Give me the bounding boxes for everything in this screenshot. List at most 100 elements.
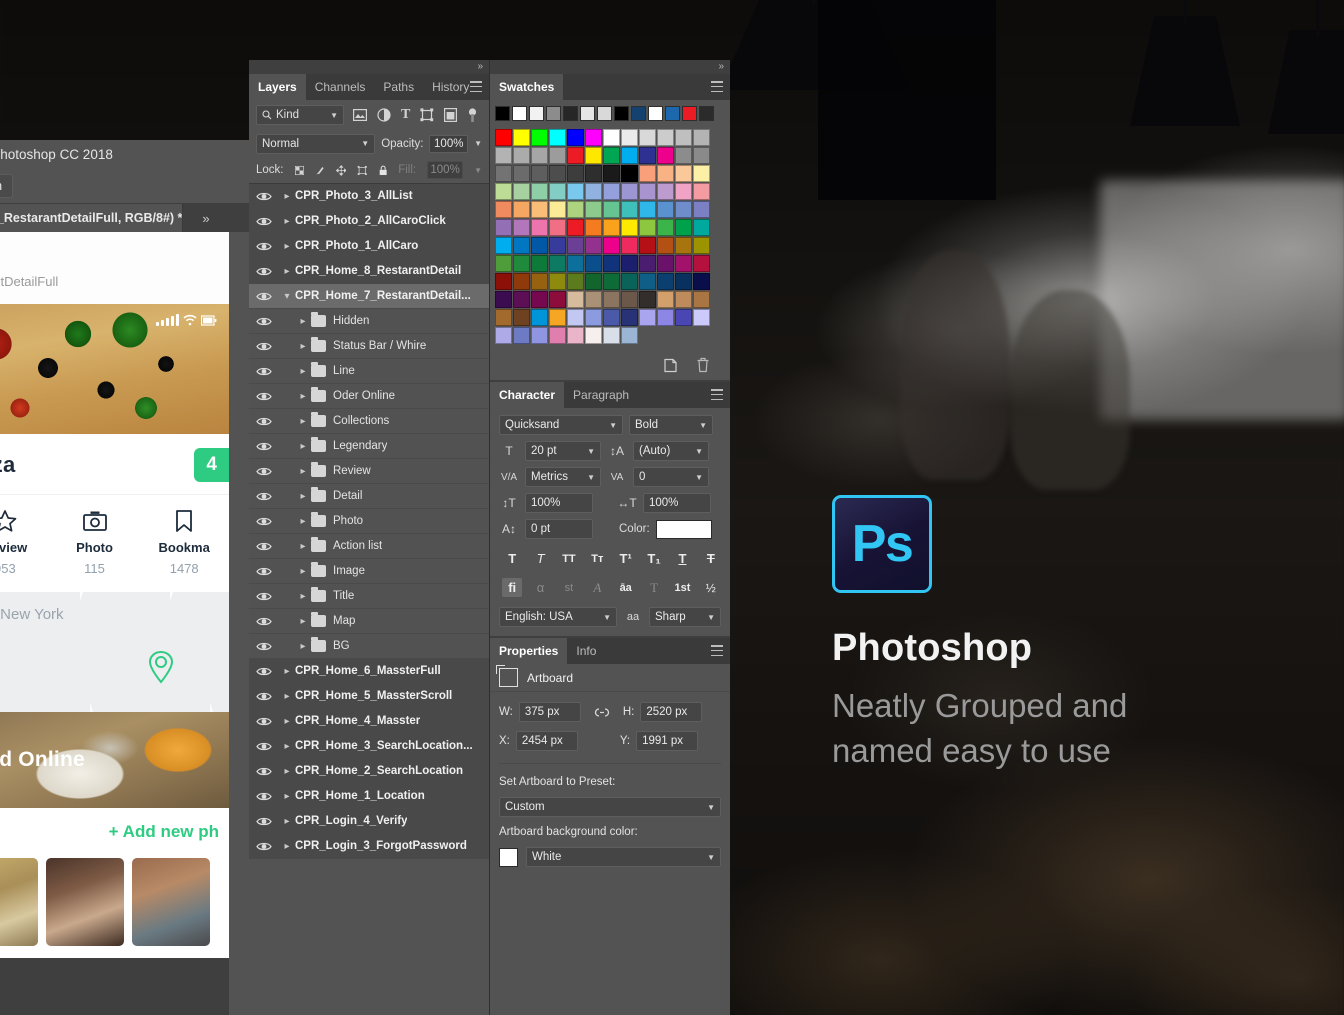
swatches-collapse-row[interactable]: » <box>490 60 730 74</box>
tab-properties[interactable]: Properties <box>490 638 568 664</box>
color-swatch[interactable] <box>513 165 530 182</box>
color-swatch[interactable] <box>639 291 656 308</box>
color-swatch[interactable] <box>675 255 692 272</box>
recent-swatch[interactable] <box>699 106 714 121</box>
mockup-order-banner[interactable]: food Online <box>0 712 229 808</box>
color-swatch[interactable] <box>531 309 548 326</box>
blend-mode-select[interactable]: Normal ▼ <box>256 133 376 154</box>
color-swatch[interactable] <box>657 147 674 164</box>
color-swatch[interactable] <box>567 327 584 344</box>
swatches-grid[interactable] <box>490 127 730 350</box>
color-swatch[interactable] <box>639 147 656 164</box>
text-color-swatch[interactable] <box>655 519 712 539</box>
swatches-panel-menu-icon[interactable] <box>711 81 723 92</box>
mockup-map[interactable]: reet, New York n PM <box>0 592 229 712</box>
color-swatch[interactable] <box>531 273 548 290</box>
layer-visibility-toggle[interactable] <box>249 491 279 502</box>
layer-visibility-toggle[interactable] <box>249 291 279 302</box>
layer-row[interactable]: ▸ Action list <box>249 534 489 559</box>
color-swatch[interactable] <box>639 309 656 326</box>
color-swatch[interactable] <box>621 255 638 272</box>
color-swatch[interactable] <box>567 201 584 218</box>
color-swatch[interactable] <box>603 183 620 200</box>
titling-icon[interactable]: T <box>644 578 664 597</box>
color-swatch[interactable] <box>567 183 584 200</box>
color-swatch[interactable] <box>621 219 638 236</box>
color-swatch[interactable] <box>549 237 566 254</box>
collapse-chevron-icon[interactable]: » <box>477 61 483 72</box>
layer-expand-toggle[interactable]: ▸ <box>295 366 311 377</box>
color-swatch[interactable] <box>513 129 530 146</box>
color-swatch[interactable] <box>693 309 710 326</box>
background-color-select[interactable]: White ▼ <box>526 847 721 867</box>
opacity-input[interactable]: 100% <box>429 134 469 153</box>
swash-icon[interactable]: A <box>587 578 607 597</box>
layer-expand-toggle[interactable]: ▸ <box>295 391 311 402</box>
color-swatch[interactable] <box>603 273 620 290</box>
color-swatch[interactable] <box>657 273 674 290</box>
tab-overflow-icon[interactable]: » <box>183 204 229 232</box>
recent-swatches-row[interactable] <box>490 100 730 127</box>
layers-collapse-row[interactable]: » <box>249 60 489 74</box>
layer-row[interactable]: ▸ Hidden <box>249 309 489 334</box>
layer-visibility-toggle[interactable] <box>249 341 279 352</box>
mockup-thumbnail[interactable] <box>132 858 210 946</box>
color-swatch[interactable] <box>675 273 692 290</box>
opacity-spinner-icon[interactable]: ▼ <box>474 139 482 148</box>
document-tab[interactable]: 7_RestarantDetailFull, RGB/8#) * <box>0 204 183 232</box>
color-swatch[interactable] <box>603 309 620 326</box>
color-swatch[interactable] <box>495 237 512 254</box>
layer-expand-toggle[interactable]: ▸ <box>279 666 295 677</box>
color-swatch[interactable] <box>495 291 512 308</box>
properties-panel-menu-icon[interactable] <box>711 645 723 656</box>
small-caps-icon[interactable]: Tᴛ <box>587 549 607 568</box>
color-swatch[interactable] <box>567 291 584 308</box>
color-swatch[interactable] <box>675 237 692 254</box>
color-swatch[interactable] <box>513 201 530 218</box>
recent-swatch[interactable] <box>529 106 544 121</box>
color-swatch[interactable] <box>603 327 620 344</box>
layer-row[interactable]: ▸ CPR_Login_4_Verify <box>249 809 489 834</box>
artboard-preset-select[interactable]: Custom ▼ <box>499 797 721 817</box>
oldstyle-icon[interactable]: āa <box>616 578 636 597</box>
color-swatch[interactable] <box>513 237 530 254</box>
color-swatch[interactable] <box>693 201 710 218</box>
color-swatch[interactable] <box>567 309 584 326</box>
layer-row[interactable]: ▸ CPR_Home_8_RestarantDetail <box>249 259 489 284</box>
color-swatch[interactable] <box>603 291 620 308</box>
color-swatch[interactable] <box>639 273 656 290</box>
color-swatch[interactable] <box>639 255 656 272</box>
color-swatch[interactable] <box>621 201 638 218</box>
smartobject-filter-icon[interactable] <box>444 108 458 122</box>
color-swatch[interactable] <box>495 327 512 344</box>
layer-visibility-toggle[interactable] <box>249 741 279 752</box>
color-swatch[interactable] <box>657 237 674 254</box>
layer-expand-toggle[interactable]: ▸ <box>279 741 295 752</box>
layer-row[interactable]: ▸ CPR_Home_4_Masster <box>249 709 489 734</box>
color-swatch[interactable] <box>585 273 602 290</box>
tab-info[interactable]: Info <box>567 638 605 664</box>
layer-visibility-toggle[interactable] <box>249 666 279 677</box>
font-style-select[interactable]: Bold ▼ <box>629 415 713 435</box>
layer-visibility-toggle[interactable] <box>249 466 279 477</box>
layer-visibility-toggle[interactable] <box>249 366 279 377</box>
layer-row[interactable]: ▸ Oder Online <box>249 384 489 409</box>
strikethrough-icon[interactable]: T <box>701 549 721 568</box>
layer-visibility-toggle[interactable] <box>249 266 279 277</box>
layer-visibility-toggle[interactable] <box>249 216 279 227</box>
layer-row[interactable]: ▾ CPR_Home_7_RestarantDetail... <box>249 284 489 309</box>
lock-position-icon[interactable] <box>335 163 347 178</box>
color-swatch[interactable] <box>513 273 530 290</box>
layer-expand-toggle[interactable]: ▸ <box>295 516 311 527</box>
color-swatch[interactable] <box>549 165 566 182</box>
width-input[interactable]: 375 px <box>518 702 581 722</box>
tab-character[interactable]: Character <box>490 382 565 408</box>
faux-bold-icon[interactable]: T <box>502 549 522 568</box>
layer-visibility-toggle[interactable] <box>249 391 279 402</box>
recent-swatch[interactable] <box>597 106 612 121</box>
color-swatch[interactable] <box>531 291 548 308</box>
layer-expand-toggle[interactable]: ▸ <box>295 616 311 627</box>
discretionary-ligatures-icon[interactable]: st <box>559 578 579 597</box>
layer-row[interactable]: ▸ CPR_Home_6_MassterFull <box>249 659 489 684</box>
color-swatch[interactable] <box>675 201 692 218</box>
